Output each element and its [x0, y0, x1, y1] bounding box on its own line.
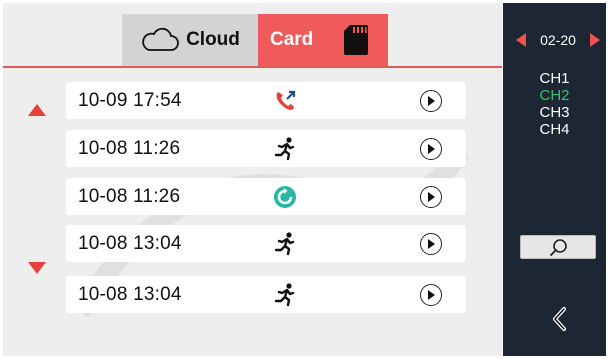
- back-icon[interactable]: [548, 305, 572, 333]
- channel-item-ch3[interactable]: CH3: [539, 104, 569, 121]
- tab-card-label: Card: [270, 29, 314, 50]
- next-date-icon[interactable]: [590, 33, 600, 47]
- record-time: 10-08 11:26: [78, 138, 181, 159]
- down-arrow-icon[interactable]: [28, 262, 46, 274]
- call-icon: [276, 90, 296, 110]
- tab-cloud-label: Cloud: [186, 29, 240, 50]
- cloud-icon: [142, 27, 179, 51]
- search-button[interactable]: [520, 235, 596, 259]
- record-row[interactable]: 10-08 13:04: [66, 225, 466, 262]
- play-icon[interactable]: [420, 186, 442, 208]
- tab-card[interactable]: Card: [258, 14, 388, 66]
- date-label: 02-20: [540, 32, 576, 48]
- prev-date-icon[interactable]: [516, 33, 526, 47]
- channel-item-ch4[interactable]: CH4: [539, 121, 569, 138]
- play-icon[interactable]: [420, 284, 442, 306]
- tab-cloud[interactable]: Cloud: [122, 14, 258, 66]
- refresh-icon: [274, 186, 296, 208]
- running-man-icon: [274, 232, 295, 256]
- tab-divider: [3, 66, 502, 68]
- up-arrow-icon[interactable]: [28, 104, 46, 116]
- running-man-icon: [274, 137, 295, 161]
- record-row[interactable]: 10-09 17:54: [66, 82, 466, 119]
- record-time: 10-08 11:26: [78, 186, 181, 207]
- channel-item-ch2[interactable]: CH2: [539, 87, 569, 104]
- record-time: 10-08 13:04: [78, 284, 182, 305]
- record-time: 10-08 13:04: [78, 233, 182, 254]
- channel-item-ch1[interactable]: CH1: [539, 70, 569, 87]
- running-man-icon: [274, 283, 295, 307]
- record-row[interactable]: 10-08 11:26: [66, 130, 466, 167]
- record-time: 10-09 17:54: [78, 90, 182, 111]
- date-navigator: 02-20: [516, 30, 600, 50]
- play-icon[interactable]: [420, 90, 442, 112]
- sd-card-icon: [344, 25, 369, 55]
- play-icon[interactable]: [420, 233, 442, 255]
- record-row[interactable]: 10-08 13:04: [66, 276, 466, 313]
- channel-list: CH1 CH2 CH3 CH4: [503, 70, 606, 138]
- search-icon: [550, 239, 567, 256]
- play-icon[interactable]: [420, 138, 442, 160]
- record-row[interactable]: 10-08 11:26: [66, 178, 466, 215]
- sidebar-panel: [503, 3, 606, 356]
